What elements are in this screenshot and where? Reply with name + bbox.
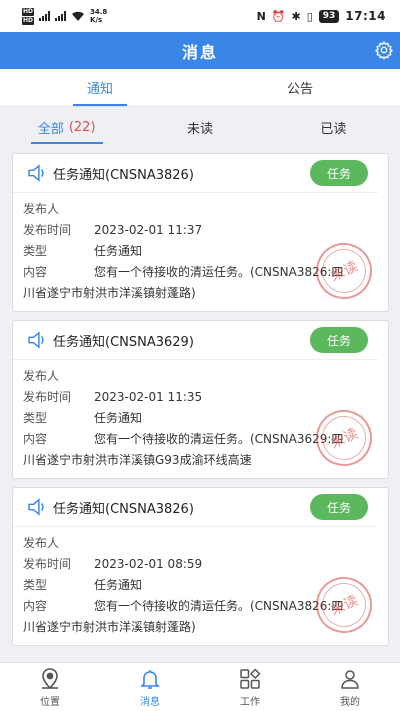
type-label: 类型 — [23, 578, 48, 592]
content-label: 内容 — [23, 599, 48, 613]
type-label: 类型 — [23, 411, 48, 425]
publish-time-value: 2023-02-01 11:35 — [94, 390, 203, 404]
type-label: 类型 — [23, 244, 48, 258]
content-value: 您有一个待接收的清运任务。(CNSNA3826:四 — [94, 599, 344, 613]
signal-icon — [39, 11, 51, 21]
notice-card[interactable]: 任务通知(CNSNA3826) 任务 发布人 发布时间 2023-02-01 11… — [12, 153, 389, 312]
battery-icon: 93 — [318, 9, 340, 23]
task-button[interactable]: 任务 — [310, 327, 368, 353]
notice-title: 任务通知(CNSNA3826) — [53, 501, 194, 517]
speed-unit: K/s — [90, 16, 103, 24]
nav-location-label: 位置 — [40, 696, 60, 708]
nav-location[interactable]: 位置 — [0, 663, 100, 711]
bluetooth-icon: ✱ — [291, 9, 301, 23]
notice-card-header: 任务通知(CNSNA3826) 任务 — [13, 488, 378, 527]
nfc-icon: N — [256, 9, 266, 23]
nav-work-label: 工作 — [240, 696, 260, 708]
speed-value: 34.8 — [90, 8, 108, 16]
notice-list: 任务通知(CNSNA3826) 任务 发布人 发布时间 2023-02-01 11… — [12, 153, 389, 654]
publish-time-label: 发布时间 — [23, 223, 72, 237]
task-button[interactable]: 任务 — [310, 160, 368, 186]
notice-title: 任务通知(CNSNA3826) — [53, 167, 194, 183]
network-speed: 34.8 K/s — [90, 8, 107, 24]
publisher-label: 发布人 — [23, 369, 60, 383]
notice-card-header: 任务通知(CNSNA3629) 任务 — [13, 321, 378, 360]
nav-profile[interactable]: 我的 — [300, 663, 400, 711]
status-right: N ⏰ ✱ ▯ 93 17:14 — [257, 9, 386, 23]
notice-title: 任务通知(CNSNA3629) — [53, 334, 194, 350]
content-value: 您有一个待接收的清运任务。(CNSNA3629:四 — [94, 432, 344, 446]
tab-bar: 通知 公告 — [0, 69, 400, 107]
content-label: 内容 — [23, 265, 48, 279]
bottom-nav: 位置 消息 工作 我的 — [0, 662, 400, 711]
signal-icon-2 — [55, 11, 67, 21]
task-button[interactable]: 任务 — [310, 494, 368, 520]
alarm-icon: ⏰ — [271, 9, 286, 23]
publisher-value — [94, 366, 378, 387]
publish-time-label: 发布时间 — [23, 557, 72, 571]
page-title: 消息 — [181, 42, 218, 62]
publish-time-label: 发布时间 — [23, 390, 72, 404]
content-label: 内容 — [23, 432, 48, 446]
publisher-value — [94, 199, 378, 220]
wifi-icon — [72, 11, 85, 21]
hd-indicator: HD HD — [22, 7, 35, 25]
filter-read[interactable]: 已读 — [267, 107, 400, 147]
publisher-label: 发布人 — [23, 202, 60, 216]
publish-time-value: 2023-02-01 11:37 — [94, 223, 203, 237]
content-value: 您有一个待接收的清运任务。(CNSNA3826:四 — [94, 265, 344, 279]
speaker-icon — [28, 164, 44, 182]
nav-profile-label: 我的 — [340, 696, 360, 708]
filter-read-label: 已读 — [320, 121, 347, 137]
filter-unread-label: 未读 — [186, 121, 213, 137]
publish-time-value: 2023-02-01 08:59 — [94, 557, 203, 571]
notice-card[interactable]: 任务通知(CNSNA3629) 任务 发布人 发布时间 2023-02-01 11… — [12, 320, 389, 479]
publisher-label: 发布人 — [23, 536, 60, 550]
filter-all-label: 全部 — [37, 121, 64, 137]
status-bar: HD HD 34.8 K/s N ⏰ ✱ ▯ 93 17:14 — [0, 0, 400, 32]
filter-bar: 全部 (22) 未读 已读 — [0, 107, 400, 147]
vibrate-icon: ▯ — [306, 9, 313, 23]
publisher-value — [94, 533, 378, 554]
speaker-icon — [28, 498, 44, 516]
person-icon — [341, 669, 359, 689]
location-pin-icon — [42, 667, 58, 689]
tab-announcements[interactable]: 公告 — [200, 69, 400, 106]
bell-icon — [140, 669, 160, 689]
filter-all-count: (22) — [68, 119, 96, 135]
filter-unread[interactable]: 未读 — [133, 107, 266, 147]
clock: 17:14 — [345, 9, 386, 23]
settings-gear-icon[interactable] — [374, 40, 394, 60]
nav-work[interactable]: 工作 — [200, 663, 300, 711]
notice-card[interactable]: 任务通知(CNSNA3826) 任务 发布人 发布时间 2023-02-01 08… — [12, 487, 389, 646]
status-left: HD HD 34.8 K/s — [22, 7, 107, 25]
tab-notifications[interactable]: 通知 — [0, 69, 200, 106]
grid-icon — [240, 667, 261, 689]
speaker-icon — [28, 331, 44, 349]
filter-all[interactable]: 全部 (22) — [0, 107, 133, 147]
app-header: 消息 — [0, 32, 400, 69]
notice-card-header: 任务通知(CNSNA3826) 任务 — [13, 154, 378, 193]
nav-messages-label: 消息 — [140, 696, 160, 708]
nav-messages[interactable]: 消息 — [100, 663, 200, 711]
